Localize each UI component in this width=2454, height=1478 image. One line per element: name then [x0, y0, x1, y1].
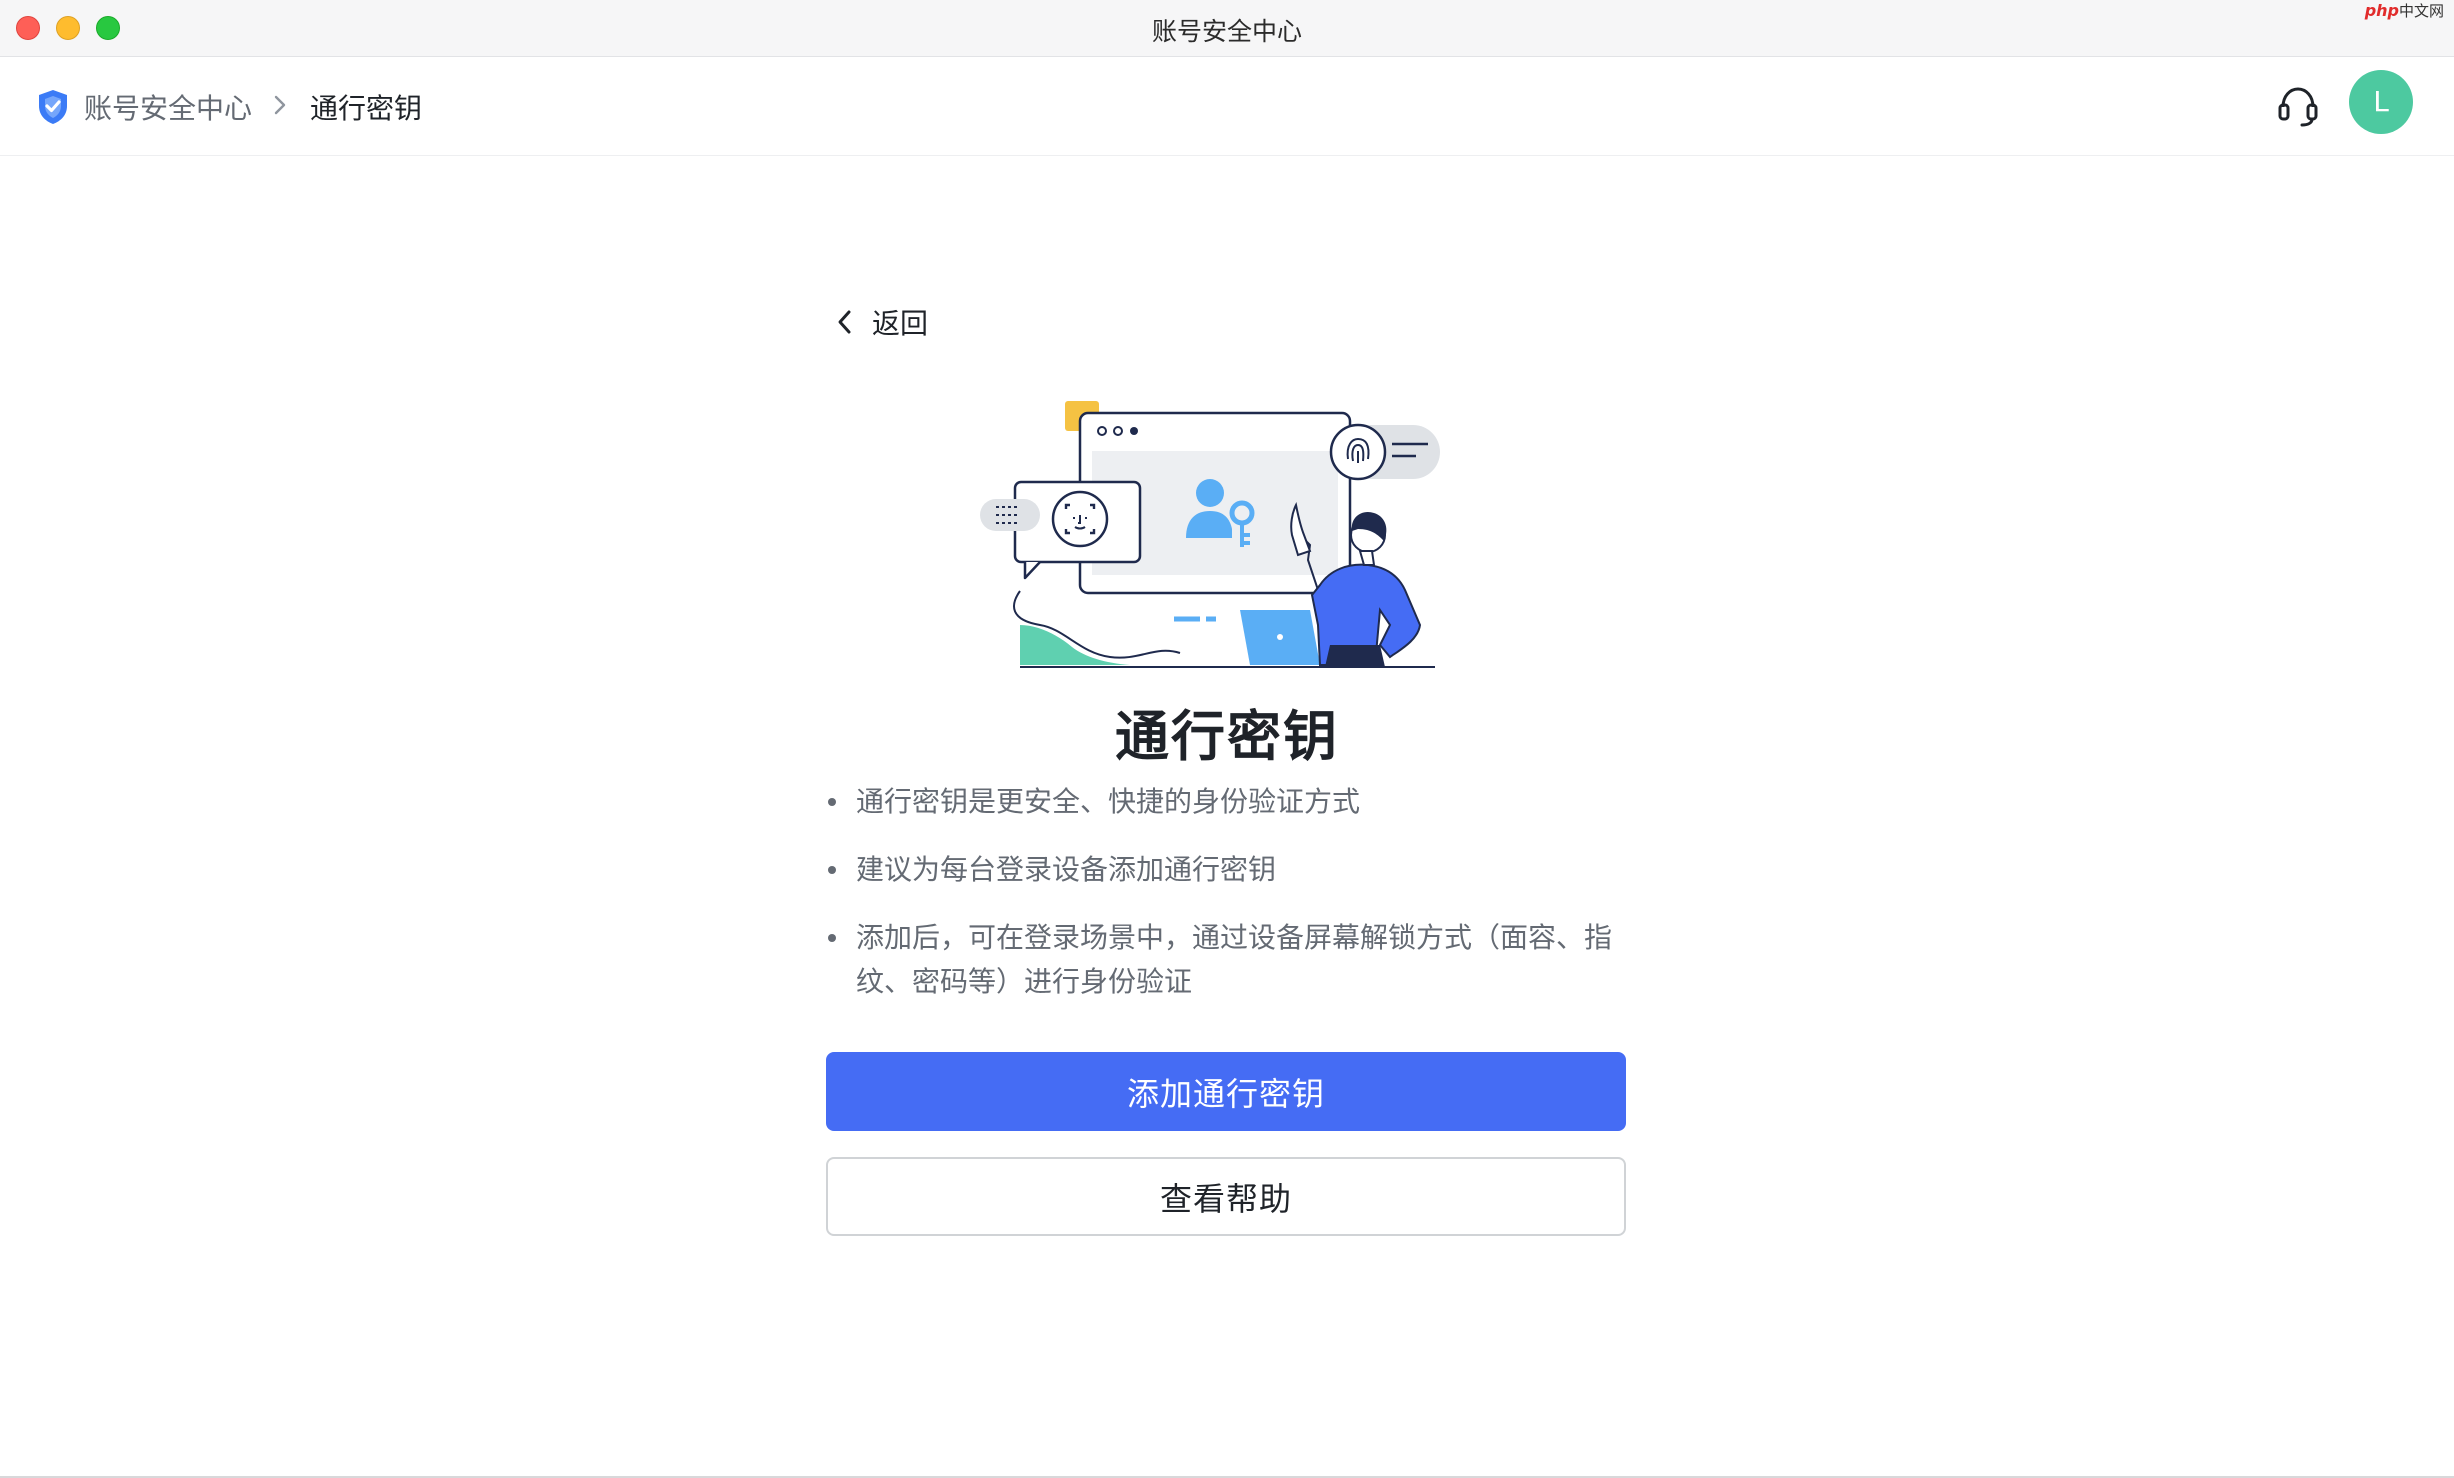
watermark-text: 中文网	[2398, 2, 2444, 20]
breadcrumb-home-label: 账号安全中心	[84, 92, 253, 125]
chevron-left-icon	[838, 310, 851, 334]
view-help-button[interactable]: 查看帮助	[826, 1157, 1626, 1236]
title-bar: 账号安全中心 php中文网	[0, 0, 2454, 57]
list-item-text: 通行密钥是更安全、快捷的身份验证方式	[856, 785, 1361, 818]
page-header: 账号安全中心 通行密钥 L	[0, 57, 2454, 156]
chevron-right-icon	[274, 95, 286, 115]
headset-icon[interactable]	[2276, 83, 2320, 129]
list-item: 通行密钥是更安全、快捷的身份验证方式	[826, 780, 1626, 824]
back-button[interactable]: 返回	[834, 302, 928, 342]
feature-list: 通行密钥是更安全、快捷的身份验证方式 建议为每台登录设备添加通行密钥 添加后，可…	[826, 780, 1626, 1028]
watermark-brand: php	[2364, 1, 2399, 20]
list-item: 添加后，可在登录场景中，通过设备屏幕解锁方式（面容、指纹、密码等）进行身份验证	[826, 916, 1626, 1004]
bullet-dot	[828, 934, 836, 942]
list-item-text: 建议为每台登录设备添加通行密钥	[856, 853, 1277, 886]
shield-icon	[39, 90, 67, 124]
watermark-logo: php中文网	[2365, 0, 2444, 21]
list-item-text: 添加后，可在登录场景中，通过设备屏幕解锁方式（面容、指纹、密码等）进行身份验证	[856, 921, 1613, 998]
bullet-dot	[828, 798, 836, 806]
passkey-illustration	[980, 401, 1440, 668]
breadcrumb-home[interactable]: 账号安全中心	[36, 87, 252, 127]
page-title: 通行密钥	[1115, 705, 1339, 768]
breadcrumb-current: 通行密钥	[310, 92, 423, 125]
avatar[interactable]: L	[2349, 70, 2413, 134]
back-label: 返回	[872, 307, 929, 340]
list-item: 建议为每台登录设备添加通行密钥	[826, 848, 1626, 892]
window-title: 账号安全中心	[1151, 17, 1302, 46]
bullet-dot	[828, 866, 836, 874]
add-passkey-button[interactable]: 添加通行密钥	[826, 1052, 1626, 1131]
